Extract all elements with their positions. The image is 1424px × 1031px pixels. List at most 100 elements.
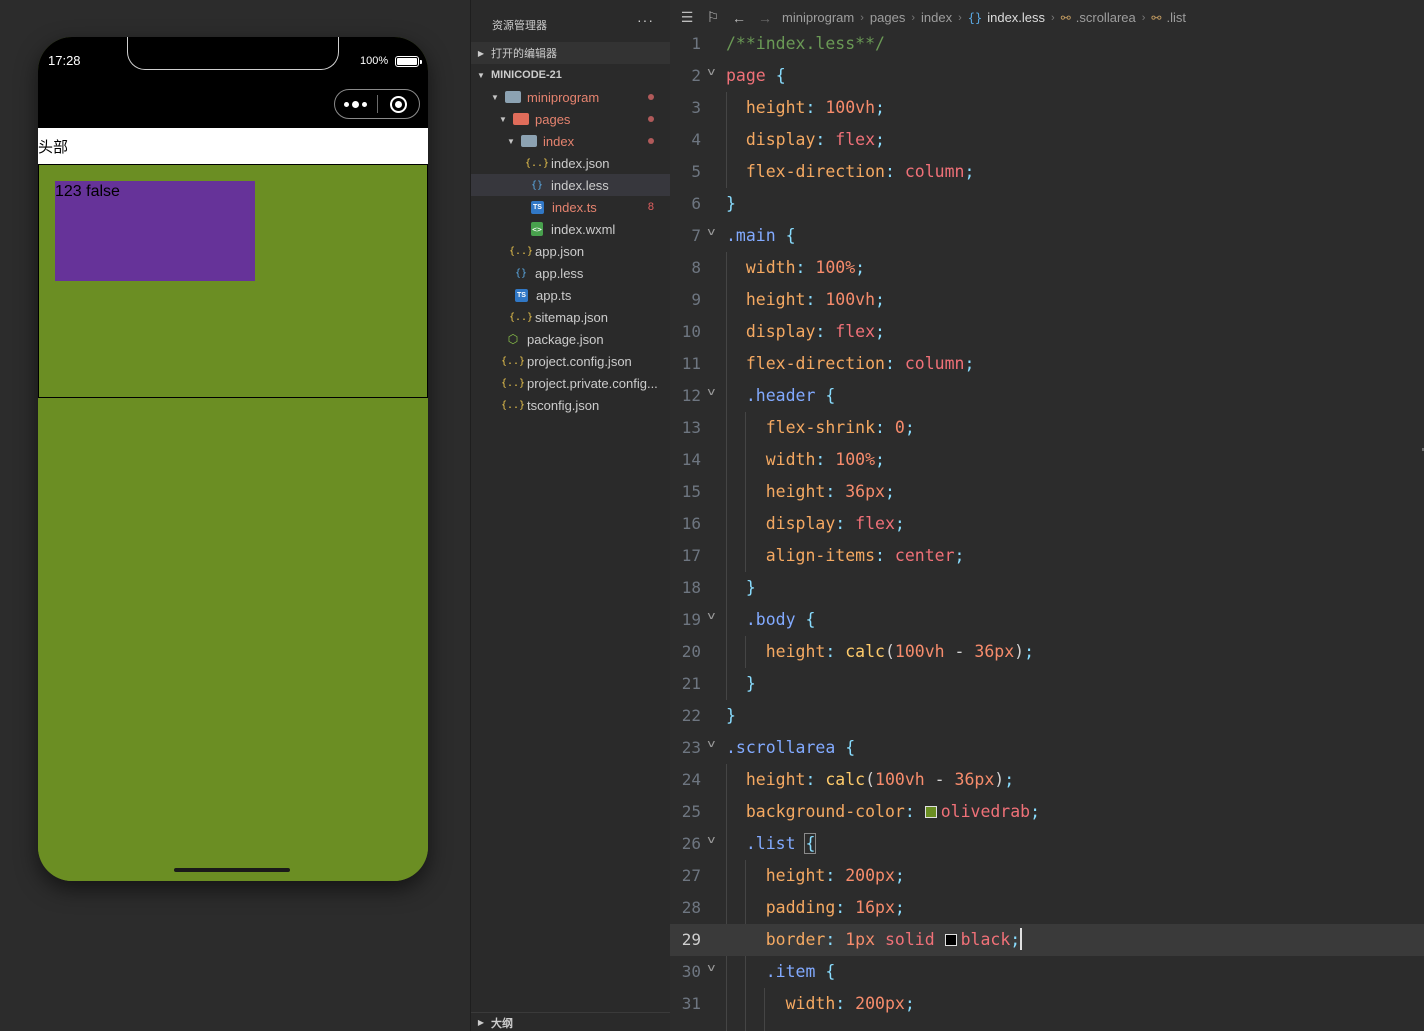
- code-line[interactable]: 9 height: 100vh;: [670, 284, 1424, 316]
- code-line[interactable]: 22}: [670, 700, 1424, 732]
- breadcrumb-item[interactable]: pages: [870, 10, 905, 25]
- breadcrumb-item[interactable]: index: [921, 10, 952, 25]
- color-swatch-black[interactable]: [944, 934, 957, 946]
- code-line[interactable]: 31 width: 200px;: [670, 988, 1424, 1020]
- forward-arrow-icon[interactable]: →: [752, 10, 778, 26]
- code-line[interactable]: 18 }: [670, 572, 1424, 604]
- close-miniprogram-icon[interactable]: [377, 95, 419, 113]
- breadcrumb-item[interactable]: miniprogram: [782, 10, 854, 25]
- code-line[interactable]: 23 v .scrollarea {: [670, 732, 1424, 764]
- fold-chevron-icon[interactable]: v: [707, 728, 716, 760]
- code-line[interactable]: 7 v .main {: [670, 220, 1424, 252]
- bookmark-icon[interactable]: ⚐: [700, 9, 726, 26]
- code-line[interactable]: 6}: [670, 188, 1424, 220]
- code-line[interactable]: 12 v .header {: [670, 380, 1424, 412]
- code-line-current[interactable]: 29 border: 1px solid black;: [670, 924, 1424, 956]
- tree-item-pages[interactable]: ▼ pages: [471, 108, 670, 130]
- code-line[interactable]: 21 }: [670, 668, 1424, 700]
- phone-screen: 17:28 100% 头部 123 false: [38, 37, 428, 881]
- code-line[interactable]: 30 v .item {: [670, 956, 1424, 988]
- list-icon[interactable]: ☰: [674, 9, 700, 26]
- project-root-section[interactable]: ▼ MINICODE-21: [471, 64, 671, 86]
- code-line[interactable]: 13 flex-shrink: 0;: [670, 412, 1424, 444]
- tree-item-app-json[interactable]: {..} app.json: [471, 240, 670, 262]
- back-arrow-icon[interactable]: ←: [726, 10, 752, 26]
- code-line[interactable]: 27 height: 200px;: [670, 860, 1424, 892]
- battery-percentage: 100%: [360, 55, 389, 67]
- json-file-icon: {..}: [508, 245, 534, 257]
- tree-item-package-json[interactable]: ⬡ package.json: [471, 328, 670, 350]
- fold-chevron-icon[interactable]: v: [707, 952, 716, 984]
- fold-chevron-icon[interactable]: v: [707, 600, 716, 632]
- chevron-down-icon: ▼: [507, 136, 515, 146]
- tree-item-miniprogram[interactable]: ▼ miniprogram: [471, 86, 670, 108]
- code-line[interactable]: 16 display: flex;: [670, 508, 1424, 540]
- code-line[interactable]: 15 height: 36px;: [670, 476, 1424, 508]
- tree-item-index-json[interactable]: {..} index.json: [471, 152, 670, 174]
- tree-item-project-config-json[interactable]: {..} project.config.json: [471, 350, 670, 372]
- tree-item-index-less[interactable]: {} index.less: [471, 174, 670, 196]
- scroll-area[interactable]: 123 false: [38, 164, 428, 881]
- code-line[interactable]: 17 align-items: center;: [670, 540, 1424, 572]
- status-time: 17:28: [48, 53, 81, 68]
- code-line[interactable]: 24 height: calc(100vh - 36px);: [670, 764, 1424, 796]
- selector-icon: ⚯: [1151, 10, 1162, 25]
- explorer-more-icon[interactable]: ···: [637, 12, 654, 28]
- breadcrumb-item[interactable]: index.less: [987, 10, 1045, 25]
- app-header-text: 头部: [38, 138, 69, 156]
- open-editors-section[interactable]: ▶ 打开的编辑器: [471, 42, 671, 64]
- code-area[interactable]: 1/**index.less**/ 2 v page { 3 height: 100…: [670, 28, 1424, 1031]
- status-bar: 17:28 100%: [38, 37, 428, 128]
- code-line[interactable]: 28 padding: 16px;: [670, 892, 1424, 924]
- tree-item-tsconfig-json[interactable]: {..} tsconfig.json: [471, 394, 670, 416]
- code-line[interactable]: 2 v page {: [670, 60, 1424, 92]
- more-options-icon[interactable]: [335, 100, 377, 108]
- modified-dot: [648, 138, 654, 144]
- fold-chevron-icon[interactable]: v: [707, 824, 716, 856]
- file-explorer: 资源管理器 ··· ▶ 打开的编辑器 ▼ MINICODE-21 ▼ minip…: [470, 0, 671, 1031]
- home-indicator[interactable]: [174, 868, 290, 872]
- folder-open-icon: [505, 91, 521, 103]
- fold-chevron-icon[interactable]: v: [707, 56, 716, 88]
- list-item[interactable]: 123 false: [55, 181, 255, 281]
- tree-item-index-ts[interactable]: TS index.ts 8: [471, 196, 670, 218]
- tree-item-project-private-config[interactable]: {..} project.private.config...: [471, 372, 670, 394]
- tree-item-index-wxml[interactable]: <> index.wxml: [471, 218, 670, 240]
- code-line[interactable]: 1/**index.less**/: [670, 28, 1424, 60]
- code-line[interactable]: 3 height: 100vh;: [670, 92, 1424, 124]
- chevron-right-icon: ›: [1051, 11, 1055, 24]
- code-line[interactable]: 19 v .body {: [670, 604, 1424, 636]
- code-line[interactable]: 4 display: flex;: [670, 124, 1424, 156]
- color-swatch-olivedrab[interactable]: [924, 806, 937, 818]
- phone-notch: [127, 37, 339, 70]
- tree-item-index-folder[interactable]: ▼ index: [471, 130, 670, 152]
- code-line[interactable]: 20 height: calc(100vh - 36px);: [670, 636, 1424, 668]
- less-file-icon: {}: [514, 267, 528, 279]
- tree-item-sitemap-json[interactable]: {..} sitemap.json: [471, 306, 670, 328]
- code-line[interactable]: 26 v .list {: [670, 828, 1424, 860]
- fold-chevron-icon[interactable]: v: [707, 376, 716, 408]
- tree-item-app-ts[interactable]: TS app.ts: [471, 284, 670, 306]
- json-file-icon: {..}: [524, 157, 550, 169]
- tree-item-app-less[interactable]: {} app.less: [471, 262, 670, 284]
- json-file-icon: {..}: [500, 355, 526, 367]
- breadcrumb-item[interactable]: .scrollarea: [1076, 10, 1136, 25]
- chevron-down-icon: ▼: [491, 92, 499, 102]
- breadcrumb-item[interactable]: .list: [1166, 10, 1186, 25]
- code-line[interactable]: 8 width: 100%;: [670, 252, 1424, 284]
- text-cursor: [1020, 928, 1023, 950]
- chevron-right-icon: ›: [1141, 11, 1146, 24]
- code-line[interactable]: 11 flex-direction: column;: [670, 348, 1424, 380]
- outline-section[interactable]: ▶ 大纲: [471, 1012, 671, 1031]
- app-header: 头部: [38, 128, 428, 164]
- menu-capsule: [334, 89, 420, 119]
- code-line[interactable]: 5 flex-direction: column;: [670, 156, 1424, 188]
- code-line[interactable]: 25 background-color: olivedrab;: [670, 796, 1424, 828]
- code-editor: ☰ ⚐ ← → miniprogram › pages › index › {}…: [670, 0, 1424, 1031]
- list-item-text: 123 false: [55, 183, 120, 200]
- selector-icon: ⚯: [1060, 10, 1071, 25]
- code-line[interactable]: 10 display: flex;: [670, 316, 1424, 348]
- fold-chevron-icon[interactable]: v: [707, 216, 716, 248]
- modified-dot: [648, 116, 654, 122]
- code-line[interactable]: 14 width: 100%;: [670, 444, 1424, 476]
